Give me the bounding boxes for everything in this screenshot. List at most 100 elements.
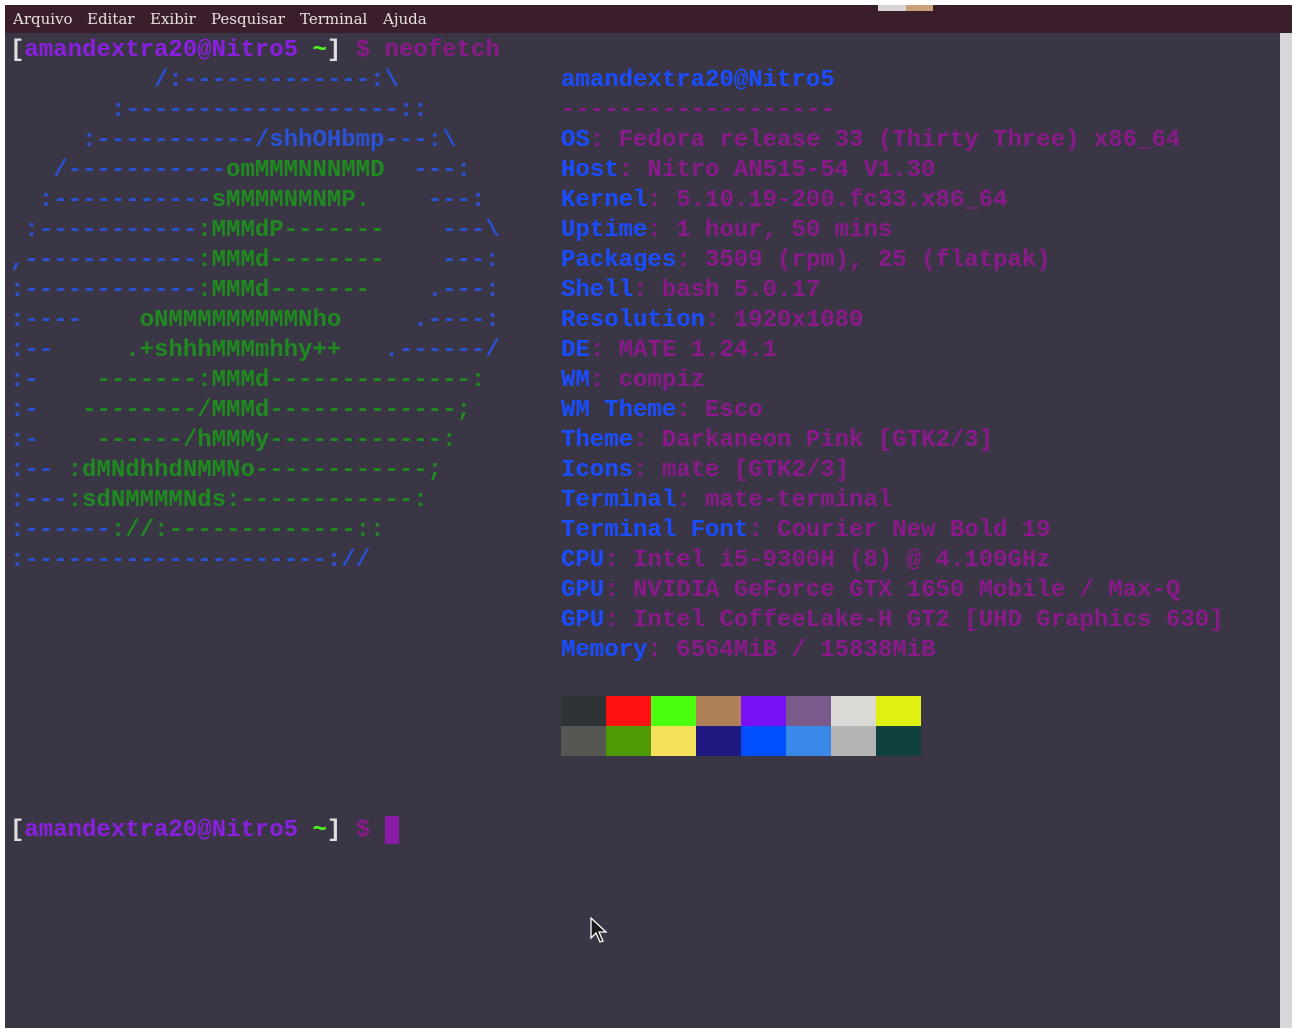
color-swatch [831, 726, 876, 756]
ascii-logo-segment: --------/MMMd-------------; [82, 397, 471, 424]
info-key: Terminal [561, 487, 677, 514]
info-value: Darkaneon Pink [GTK2/3] [661, 427, 994, 454]
info-colon: : [604, 577, 634, 604]
ascii-logo-line: :-----------/shhOHbmp---:\ [10, 126, 456, 156]
ascii-logo-segment: sMMMMNMNMP. [211, 187, 371, 214]
info-row: Uptime: 1 hour, 50 mins [561, 216, 892, 246]
info-row: Terminal: mate-terminal [561, 486, 892, 516]
info-colon: : [604, 607, 634, 634]
info-colon: : [676, 397, 706, 424]
menu-exibir[interactable]: Exibir [150, 10, 196, 28]
info-colon: : [676, 247, 706, 274]
ascii-logo-line: :---:sdNMMMMNds:------------: [10, 486, 428, 516]
menu-arquivo[interactable]: Arquivo [13, 10, 73, 28]
prompt-line-current[interactable]: [amandextra20@Nitro5 ~] $ [10, 816, 399, 846]
menu-ajuda[interactable]: Ajuda [383, 10, 427, 28]
ascii-logo-segment: :----------- [10, 187, 212, 214]
info-row: Memory: 6564MiB / 15838MiB [561, 636, 935, 666]
prompt-dir: ~ [312, 817, 327, 844]
info-value: Intel i5-9300H (8) @ 4.100GHz [633, 547, 1051, 574]
ascii-logo-segment: :- [10, 397, 83, 424]
info-value: Fedora release 33 (Thirty Three) x86_64 [618, 127, 1181, 154]
ascii-logo-line: :- ------/hMMMy------------: [10, 426, 456, 456]
menu-terminal[interactable]: Terminal [300, 10, 367, 28]
ascii-logo-segment: :-- [10, 337, 126, 364]
ascii-logo-segment: omMMMNNNMMD [226, 157, 385, 184]
color-swatch [606, 726, 651, 756]
menu-bar: Arquivo Editar Exibir Pesquisar Terminal… [5, 5, 1292, 33]
info-colon: : [633, 457, 662, 484]
ascii-logo-line: :---- oNMMMMMMMMMNho .----: [10, 306, 500, 336]
ascii-logo-line: :- -------:MMMd--------------: [10, 366, 485, 396]
info-colon: : [618, 157, 648, 184]
ascii-logo-segment: :---- [10, 307, 140, 334]
ascii-logo-segment: /:-------------:\ [10, 67, 399, 94]
prompt-line: [amandextra20@Nitro5 ~] $ neofetch [10, 37, 500, 64]
info-row: GPU: NVIDIA GeForce GTX 1650 Mobile / Ma… [561, 576, 1180, 606]
info-colon: : [633, 427, 662, 454]
ascii-logo-segment: oNMMMMMMMMMNho [139, 307, 342, 334]
info-value: Intel CoffeeLake-H GT2 [UHD Graphics 630… [633, 607, 1224, 634]
info-row: DE: MATE 1.24.1 [561, 336, 777, 366]
info-row: Shell: bash 5.0.17 [561, 276, 820, 306]
color-swatch [786, 696, 831, 726]
ascii-logo-segment: :-- [10, 457, 68, 484]
prompt-user-host: amandextra20@Nitro5 [24, 817, 299, 844]
ascii-logo-segment: :--- [10, 487, 68, 514]
ascii-logo-segment: ://:-------------:: [110, 517, 385, 544]
ascii-logo-segment: :MMMdP------- [197, 217, 385, 244]
menu-pesquisar[interactable]: Pesquisar [211, 10, 285, 28]
ascii-logo-line: /:-------------:\ [10, 66, 399, 96]
ascii-logo-segment: .----: [341, 307, 500, 334]
color-swatch [741, 726, 786, 756]
prompt-user-host: amandextra20@Nitro5 [24, 37, 299, 64]
ascii-logo-line: /-----------omMMMNNNMMD ---: [10, 156, 471, 186]
info-key: OS [561, 127, 590, 154]
info-value: 1920x1080 [733, 307, 864, 334]
ascii-logo-line: :-----------:MMMdP------- ---\ [10, 216, 500, 246]
ascii-logo-segment: :MMMd------- [197, 277, 371, 304]
info-key: Memory [561, 637, 648, 664]
color-swatch [696, 726, 741, 756]
info-value: compiz [618, 367, 706, 394]
info-row: Kernel: 5.10.19-200.fc33.x86_64 [561, 186, 1008, 216]
info-row: Packages: 3509 (rpm), 25 (flatpak) [561, 246, 1051, 276]
ascii-logo-segment: :dMNdhhdNMMNo------------; [67, 457, 443, 484]
ascii-logo-line: :---------------------:// [10, 546, 370, 576]
info-row: GPU: Intel CoffeeLake-H GT2 [UHD Graphic… [561, 606, 1224, 636]
ascii-logo-segment: :sdNMMMMNds:------------: [67, 487, 428, 514]
color-swatch [651, 726, 696, 756]
color-swatch [786, 726, 831, 756]
ascii-logo-segment: :MMMd-------- [197, 247, 385, 274]
color-swatch [831, 696, 876, 726]
prompt-dir: ~ [312, 37, 327, 64]
ascii-logo-segment: /----------- [10, 157, 227, 184]
ascii-logo-line: :-------------------:: [10, 96, 428, 126]
ascii-logo-segment: ---\ [384, 217, 500, 244]
info-value: NVIDIA GeForce GTX 1650 Mobile / Max-Q [633, 577, 1181, 604]
info-colon: : [647, 637, 677, 664]
color-swatch [876, 696, 921, 726]
prompt-command: neofetch [384, 37, 500, 64]
info-value: MATE 1.24.1 [618, 337, 778, 364]
ascii-logo-segment: ---: [384, 157, 471, 184]
ascii-logo-line: :- --------/MMMd-------------; [10, 396, 471, 426]
scrollbar[interactable] [1280, 33, 1292, 1028]
info-colon: : [633, 277, 662, 304]
ascii-logo-segment: ---: [370, 187, 486, 214]
ascii-logo-line: ,------------:MMMd-------- ---: [10, 246, 500, 276]
menu-editar[interactable]: Editar [87, 10, 135, 28]
info-row: Theme: Darkaneon Pink [GTK2/3] [561, 426, 993, 456]
color-palette [561, 696, 921, 756]
info-key: CPU [561, 547, 605, 574]
info-key: Terminal Font [561, 517, 749, 544]
color-swatch [606, 696, 651, 726]
color-swatch [876, 726, 921, 756]
ascii-logo-segment: ---: [384, 247, 500, 274]
terminal-content[interactable]: [amandextra20@Nitro5 ~] $ neofetch /:---… [5, 33, 1280, 1028]
info-key: Resolution [561, 307, 706, 334]
info-colon: : [589, 367, 619, 394]
info-key: Kernel [561, 187, 648, 214]
info-key: Theme [561, 427, 634, 454]
info-row: Terminal Font: Courier New Bold 19 [561, 516, 1051, 546]
